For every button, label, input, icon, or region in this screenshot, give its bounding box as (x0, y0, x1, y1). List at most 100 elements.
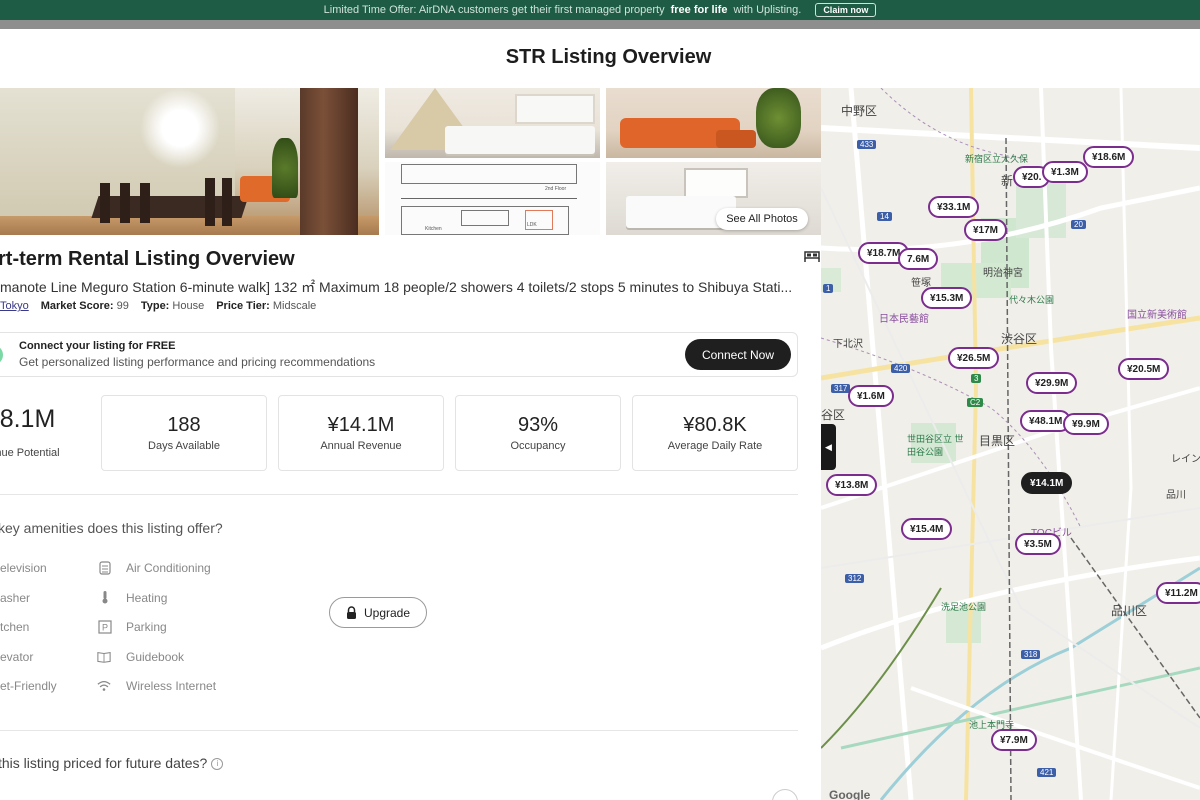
map-label: 品川区 (1111, 604, 1148, 618)
map-label: 目黒区 (979, 434, 1016, 448)
photo-living-room[interactable] (606, 88, 821, 158)
see-all-photos-button[interactable]: See All Photos (716, 208, 808, 230)
route-badge: 20 (1071, 220, 1086, 229)
amenity-pet-friendly: et-Friendly (0, 679, 57, 693)
map-collapse-button[interactable]: ◀ (821, 424, 836, 470)
market-score-value: 99 (116, 300, 129, 312)
plan-room (401, 164, 577, 184)
price-pin[interactable]: ¥17M (964, 219, 1008, 241)
thermometer-icon (102, 591, 108, 604)
amenity-washer: asher (0, 591, 31, 605)
photo-sofa (716, 130, 756, 148)
amenity-elevator: evator (0, 650, 34, 664)
metric-value: 8.1M (0, 405, 56, 433)
plan-label: 2nd Floor (545, 186, 567, 192)
amenity-guidebook: Guidebook (126, 650, 185, 664)
price-pin[interactable]: ¥3.5M (1015, 533, 1061, 555)
listing-title: rt-term Rental Listing Overview (0, 248, 295, 270)
price-pin[interactable]: ¥15.4M (901, 518, 953, 540)
connect-text: Get personalized listing performance and… (19, 355, 376, 369)
metric-label: Days Available (148, 440, 220, 452)
photo-chair (222, 178, 232, 226)
route-badge: 433 (857, 140, 877, 149)
photo-window (515, 94, 595, 124)
price-pin[interactable]: ¥26.5M (948, 347, 1000, 369)
price-pin[interactable]: ¥1.6M (848, 385, 894, 407)
route-badge: 420 (891, 364, 911, 373)
lock-icon (346, 606, 356, 619)
price-pin[interactable]: ¥29.9M (1026, 372, 1078, 394)
price-pin[interactable]: ¥13.8M (826, 474, 878, 496)
price-pin[interactable]: ¥33.1M (928, 196, 980, 218)
location-link[interactable]: Tokyo (0, 300, 29, 312)
amenity-parking: Parking (126, 620, 167, 634)
page-title: STR Listing Overview (505, 46, 712, 68)
price-pin[interactable]: ¥1.3M (1042, 161, 1088, 183)
map-label: 代々木公園 (1009, 295, 1055, 305)
route-badge: 14 (877, 212, 892, 221)
metric-value: ¥14.1M (327, 414, 395, 436)
route-badge: 3 (971, 374, 982, 383)
connect-status-dot (0, 345, 3, 365)
price-pin[interactable]: ¥7.9M (991, 729, 1037, 751)
guidebook-icon (97, 652, 111, 663)
route-badge: 421 (1037, 768, 1057, 777)
price-pin[interactable]: 7.6M (898, 248, 939, 270)
photo-chair (140, 183, 150, 223)
price-pin[interactable]: ¥11.2M (1156, 582, 1200, 604)
price-tier-label: Price Tier: (216, 300, 270, 312)
map-label: 谷区 (821, 408, 846, 422)
map-label: 中野区 (841, 104, 878, 118)
google-logo: Google (829, 788, 871, 800)
listing-meta: Tokyo Market Score: 99 Type: House Price… (0, 300, 316, 312)
photo-bedroom-1[interactable] (385, 88, 600, 158)
price-pin[interactable]: ¥18.6M (1083, 146, 1135, 168)
upgrade-button[interactable]: Upgrade (329, 597, 427, 628)
promo-text: Limited Time Offer: AirDNA customers get… (323, 4, 665, 16)
price-pin[interactable]: ¥9.9M (1063, 413, 1109, 435)
map-label: 洗足池公園 (941, 602, 987, 612)
plan-divider (401, 198, 577, 199)
metric-days-available: 188 Days Available (101, 395, 267, 471)
map-label: 日本民藝館 (879, 314, 929, 325)
pricing-question: this listing priced for future dates? i (0, 755, 224, 771)
amenity-television: elevision (0, 561, 47, 575)
metric-average-daily-rate: ¥80.8K Average Daily Rate (632, 395, 798, 471)
connect-now-button[interactable]: Connect Now (685, 339, 791, 370)
amenity-wireless-internet: Wireless Internet (126, 679, 217, 693)
promo-suffix: with Uplisting. (733, 4, 802, 16)
connect-listing-card: Connect your listing for FREE Get person… (0, 332, 798, 377)
price-pin[interactable]: ¥20.5M (1118, 358, 1170, 380)
plan-label: Kitchen (425, 226, 442, 232)
amenity-kitchen: tchen (0, 620, 30, 634)
listing-subtitle: manote Line Meguro Station 6-minute walk… (0, 279, 793, 295)
wifi-icon (97, 680, 111, 691)
metric-value: 93% (517, 414, 559, 436)
metric-annual-revenue: ¥14.1M Annual Revenue (278, 395, 444, 471)
price-pin[interactable]: ¥15.3M (921, 287, 973, 309)
route-badge: 1 (823, 284, 834, 293)
parking-icon: P (98, 620, 112, 634)
amenity-air-conditioning: Air Conditioning (126, 561, 211, 575)
air-conditioning-icon (99, 561, 111, 575)
map-label: 渋谷区 (1001, 332, 1038, 346)
map-label: 新宿区立大久保 (965, 154, 1029, 164)
photo-chair (205, 178, 215, 226)
photo-chair (120, 183, 130, 223)
next-arrow-button[interactable] (772, 789, 798, 800)
map-label: 明治神宮 (983, 268, 1023, 279)
type-value: House (172, 300, 205, 312)
map[interactable]: 中野区 新宿区立大久保 新 明治神宮 代々木公園 渋谷区 目黒区 世田谷区立 世… (821, 88, 1200, 800)
price-pin-selected[interactable]: ¥14.1M (1021, 472, 1073, 494)
photo-main[interactable] (0, 88, 379, 235)
metric-value: 188 (167, 414, 201, 436)
map-label: 国立新美術館 (1127, 310, 1187, 321)
info-icon[interactable]: i (211, 758, 224, 771)
amenity-heating: Heating (126, 591, 168, 605)
metric-revenue-potential: 8.1M nue Potential (0, 395, 85, 471)
plan-label: LDK (527, 222, 537, 228)
photo-floorplan[interactable]: 2nd Floor Kitchen LDK (385, 162, 600, 235)
metric-label: Occupancy (510, 440, 566, 452)
metric-label: Average Daily Rate (667, 440, 763, 452)
claim-now-button[interactable]: Claim now (815, 3, 877, 17)
